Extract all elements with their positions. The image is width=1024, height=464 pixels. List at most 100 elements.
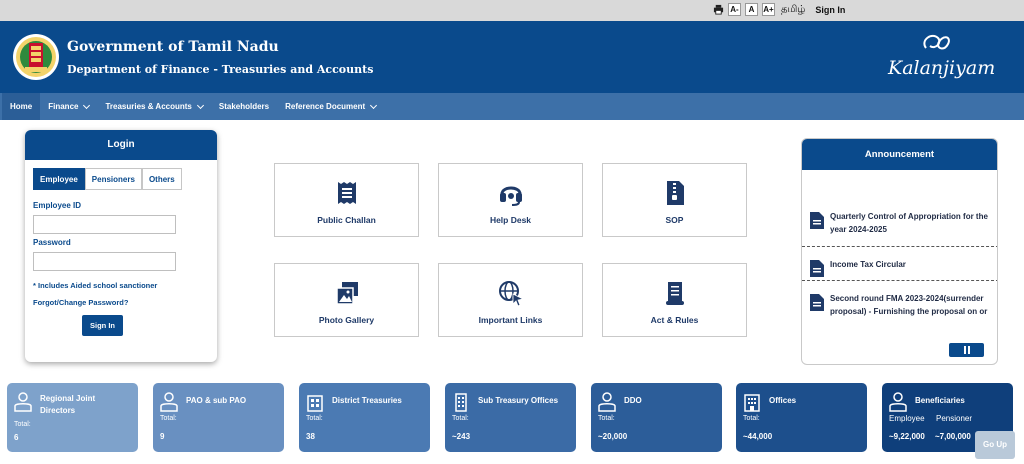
nav-item-home[interactable]: Home bbox=[2, 93, 41, 120]
announcement-heading: Announcement bbox=[802, 139, 997, 170]
stat-title: Sub Treasury Offices bbox=[478, 396, 559, 405]
announcement-item[interactable]: Quarterly Control of Appropriation for t… bbox=[810, 210, 995, 236]
top-utility-bar: A- A A+ தமிழ் Sign In bbox=[0, 0, 1024, 21]
office-building-icon bbox=[744, 394, 760, 412]
announcement-panel: Announcement Quarterly Control of Approp… bbox=[801, 138, 998, 365]
tile-help-desk[interactable]: Help Desk bbox=[438, 163, 583, 237]
stat-card-district-treasuries[interactable]: District Treasuries Total: 38 bbox=[299, 383, 430, 452]
stat-value-pensioner: ~7,00,000 bbox=[935, 432, 971, 441]
nav-item-finance[interactable]: Finance bbox=[40, 93, 97, 120]
stat-sub-label-employee: Employee bbox=[889, 414, 925, 423]
nav-item-label: Home bbox=[10, 102, 33, 111]
stat-title: PAO & sub PAO bbox=[186, 396, 247, 405]
aided-school-note: * Includes Aided school sanctioner bbox=[33, 281, 158, 290]
photo-gallery-icon bbox=[336, 282, 358, 305]
stat-card-ddo[interactable]: DDO Total: ~20,000 bbox=[591, 383, 722, 452]
pause-ticker-button[interactable] bbox=[949, 343, 984, 357]
tab-pensioners[interactable]: Pensioners bbox=[84, 168, 142, 190]
nav-item-treasuries-accounts[interactable]: Treasuries & Accounts bbox=[97, 93, 210, 120]
signin-button[interactable]: Sign In bbox=[82, 315, 123, 336]
font-decrease-button[interactable]: A- bbox=[728, 3, 741, 16]
stat-value: 38 bbox=[306, 432, 315, 441]
building-icon bbox=[455, 393, 467, 412]
go-up-button[interactable]: Go Up bbox=[975, 431, 1015, 459]
kalanjiyam-logo-icon bbox=[923, 34, 950, 50]
stat-value-employee: ~9,22,000 bbox=[889, 432, 925, 441]
tile-label: Photo Gallery bbox=[318, 315, 375, 325]
officer-icon bbox=[889, 392, 907, 412]
tile-public-challan[interactable]: Public Challan bbox=[274, 163, 419, 237]
login-tabs: Employee Pensioners Others bbox=[33, 168, 182, 190]
officer-icon bbox=[14, 392, 32, 412]
stat-title: Beneficiaries bbox=[915, 396, 965, 405]
stat-card-regional-joint-directors[interactable]: Regional Joint Directors Total: 6 bbox=[7, 383, 138, 452]
building-icon bbox=[307, 395, 323, 412]
tamil-nadu-emblem-icon bbox=[13, 34, 59, 80]
document-icon bbox=[810, 260, 824, 277]
tile-important-links[interactable]: Important Links bbox=[438, 263, 583, 337]
announcement-text: Income Tax Circular bbox=[830, 260, 906, 269]
password-label: Password bbox=[33, 238, 71, 247]
officer-icon bbox=[598, 392, 616, 412]
font-increase-button[interactable]: A+ bbox=[762, 3, 775, 16]
nav-item-reference-document[interactable]: Reference Document bbox=[277, 93, 384, 120]
employee-id-label: Employee ID bbox=[33, 201, 82, 210]
tile-label: Help Desk bbox=[489, 215, 532, 225]
stat-card-sub-treasury-offices[interactable]: Sub Treasury Offices Total: ~243 bbox=[445, 383, 576, 452]
stat-value: 9 bbox=[160, 432, 165, 441]
stat-total-label: Total: bbox=[598, 415, 615, 422]
announcement-divider bbox=[802, 280, 997, 281]
forgot-password-link[interactable]: Forgot/Change Password? bbox=[33, 298, 128, 307]
top-signin-link[interactable]: Sign In bbox=[815, 5, 845, 15]
tile-label: Public Challan bbox=[317, 215, 376, 225]
stat-title: Offices bbox=[769, 396, 797, 405]
announcement-text: Quarterly Control of Appropriation for t… bbox=[830, 212, 988, 234]
stat-total-label: Total: bbox=[14, 421, 31, 428]
officer-icon bbox=[160, 392, 178, 412]
nav-item-label: Finance bbox=[48, 102, 79, 111]
tile-photo-gallery[interactable]: Photo Gallery bbox=[274, 263, 419, 337]
brand-name: Kalanjiyam bbox=[888, 57, 996, 79]
government-title: Government of Tamil Nadu bbox=[67, 39, 279, 55]
nav-item-label: Reference Document bbox=[285, 102, 366, 111]
tile-act-rules[interactable]: Act & Rules bbox=[602, 263, 747, 337]
nav-item-stakeholders[interactable]: Stakeholders bbox=[211, 93, 277, 120]
password-field[interactable] bbox=[33, 252, 176, 271]
stat-value: ~20,000 bbox=[598, 432, 628, 441]
main-nav: Home Finance Treasuries & Accounts Stake… bbox=[0, 93, 1024, 120]
announcement-item[interactable]: Income Tax Circular bbox=[810, 258, 995, 277]
department-subtitle: Department of Finance - Treasuries and A… bbox=[67, 63, 374, 76]
announcement-item[interactable]: Second round FMA 2023-2024(surrender pro… bbox=[810, 292, 995, 328]
stat-value: ~44,000 bbox=[743, 432, 773, 441]
tab-others[interactable]: Others bbox=[141, 168, 182, 190]
stat-card-pao[interactable]: PAO & sub PAO Total: 9 bbox=[153, 383, 284, 452]
font-normal-button[interactable]: A bbox=[745, 3, 758, 16]
stat-title: District Treasuries bbox=[332, 396, 402, 405]
employee-id-field[interactable] bbox=[33, 215, 176, 234]
document-icon bbox=[810, 212, 824, 229]
stat-card-offices[interactable]: Offices Total: ~44,000 bbox=[736, 383, 867, 452]
globe-cursor-icon bbox=[499, 281, 525, 307]
document-icon bbox=[810, 294, 824, 311]
zip-file-icon bbox=[667, 181, 684, 205]
stat-title: Regional Joint Directors bbox=[40, 394, 96, 415]
login-heading: Login bbox=[25, 130, 217, 160]
tile-label: SOP bbox=[665, 215, 684, 225]
tile-label: Important Links bbox=[478, 315, 543, 325]
stat-value: 6 bbox=[14, 433, 19, 442]
site-header: Government of Tamil Nadu Department of F… bbox=[0, 21, 1024, 93]
stat-total-label: Total: bbox=[452, 415, 469, 422]
login-card: Login Employee Pensioners Others Employe… bbox=[25, 130, 217, 362]
tile-sop[interactable]: SOP bbox=[602, 163, 747, 237]
tab-employee[interactable]: Employee bbox=[33, 168, 85, 190]
stat-total-label: Total: bbox=[160, 415, 177, 422]
language-toggle[interactable]: தமிழ் bbox=[781, 4, 805, 16]
print-icon[interactable] bbox=[713, 4, 724, 15]
scroll-icon bbox=[666, 282, 684, 305]
receipt-icon bbox=[338, 182, 356, 204]
chevron-down-icon bbox=[83, 101, 91, 109]
announcement-text: Second round FMA 2023-2024(surrender pro… bbox=[830, 294, 988, 316]
nav-item-label: Treasuries & Accounts bbox=[105, 102, 192, 111]
tile-label: Act & Rules bbox=[650, 315, 699, 325]
stat-total-label: Total: bbox=[743, 415, 760, 422]
